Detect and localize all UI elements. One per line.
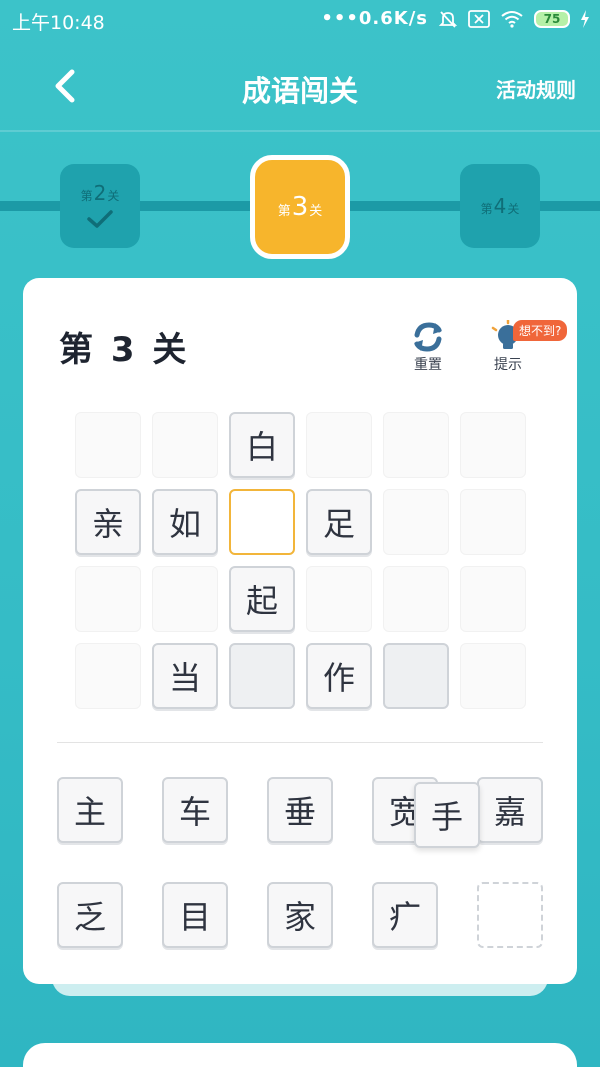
hint-badge: 想不到?: [513, 320, 568, 341]
candidate-tile[interactable]: 嘉: [477, 777, 543, 843]
candidate-tile[interactable]: 疒: [372, 882, 438, 948]
grid-cell-empty: [460, 643, 526, 709]
charging-icon: [580, 9, 590, 28]
puzzle-card: 第 3 关 重置 提示 想不到? 白 亲 如 足 起 当 作 主 车 垂 宽 嘉…: [23, 278, 577, 984]
grid-cell-empty: [152, 566, 218, 632]
level-number: 4: [493, 194, 507, 218]
divider: [57, 742, 543, 743]
grid-cell-empty: [75, 643, 141, 709]
status-time: 上午10:48: [12, 12, 105, 34]
grid-cell-char: 白: [229, 412, 295, 478]
grid-cell-answer[interactable]: [383, 643, 449, 709]
reset-button[interactable]: 重置: [409, 320, 447, 374]
candidate-tile[interactable]: 车: [162, 777, 228, 843]
grid-cell-char: 起: [229, 566, 295, 632]
grid-cell-char: 当: [152, 643, 218, 709]
mute-bell-icon: [438, 9, 458, 29]
candidate-tile[interactable]: 家: [267, 882, 333, 948]
grid-cell-empty: [383, 412, 449, 478]
next-section-card: [23, 1043, 577, 1067]
header: 成语闯关 活动规则: [0, 40, 600, 132]
grid-cell-empty: [383, 489, 449, 555]
wifi-icon: [500, 10, 524, 28]
network-speed: •••0.6K/s: [321, 8, 428, 29]
status-bar: 上午10:48 •••0.6K/s 75: [0, 0, 600, 40]
grid-cell-empty: [75, 412, 141, 478]
grid-cell-empty: [306, 412, 372, 478]
activity-rules-link[interactable]: 活动规则: [496, 74, 576, 103]
level-number: 3: [291, 192, 309, 222]
grid-cell-empty: [306, 566, 372, 632]
level-4-badge: 第4关: [460, 164, 540, 248]
level-3-badge-current: 第3关: [250, 155, 350, 259]
battery-icon: 75: [534, 9, 570, 28]
refresh-icon: [414, 322, 442, 352]
hint-label: 提示: [494, 357, 522, 373]
status-icons: •••0.6K/s 75: [321, 8, 590, 29]
candidate-tile[interactable]: 目: [162, 882, 228, 948]
level-number: 2: [93, 181, 107, 205]
grid-cell-answer[interactable]: [229, 643, 295, 709]
grid-cell-empty: [460, 489, 526, 555]
grid-cell-char: 亲: [75, 489, 141, 555]
grid-cell-empty: [152, 412, 218, 478]
candidate-tile-empty-slot: [477, 882, 543, 948]
grid-cell-char: 如: [152, 489, 218, 555]
reset-label: 重置: [414, 357, 442, 373]
grid-cell-empty: [75, 566, 141, 632]
grid-cell-char: 作: [306, 643, 372, 709]
grid-cell-empty: [460, 412, 526, 478]
sim-icon: [468, 9, 490, 28]
candidate-tile[interactable]: 乏: [57, 882, 123, 948]
candidate-tile[interactable]: 垂: [267, 777, 333, 843]
candidate-tile[interactable]: 主: [57, 777, 123, 843]
level-2-badge[interactable]: 第2关: [60, 164, 140, 248]
grid-cell-empty: [460, 566, 526, 632]
grid-cell-empty: [383, 566, 449, 632]
grid-cell-answer-selected[interactable]: [229, 489, 295, 555]
checkmark-icon: [87, 210, 113, 228]
level-heading: 第 3 关: [59, 330, 190, 370]
candidate-tile-dragging[interactable]: 手: [414, 782, 480, 848]
grid-cell-char: 足: [306, 489, 372, 555]
